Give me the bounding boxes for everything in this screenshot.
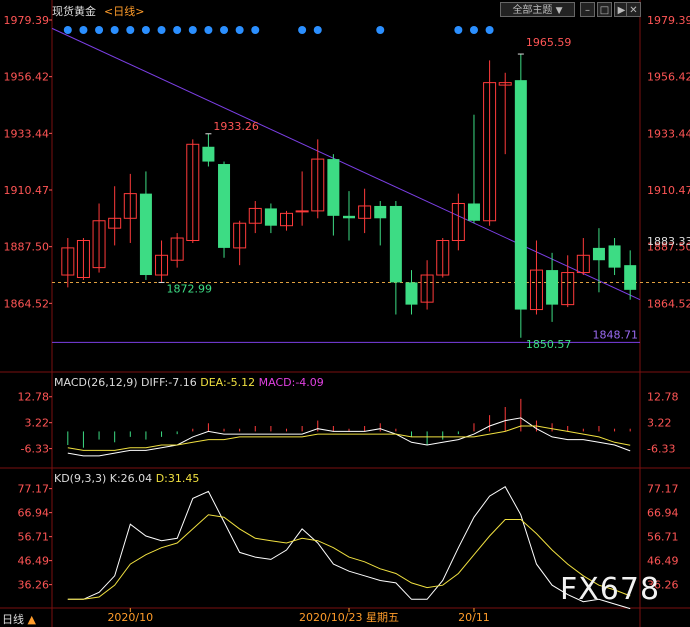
event-marker bbox=[79, 26, 88, 34]
price-right-tick: 1956.42 bbox=[647, 71, 690, 84]
macd-legend: MACD(26,12,9) DIFF:-7.16 DEA:-5.12 MACD:… bbox=[54, 376, 324, 389]
price-left-tick: 1979.39 bbox=[4, 14, 50, 27]
candle-body bbox=[264, 208, 277, 226]
event-marker bbox=[173, 26, 182, 34]
event-marker bbox=[220, 26, 229, 34]
candle-body bbox=[514, 80, 527, 310]
date-axis-label: 2020/10 bbox=[107, 611, 153, 624]
candle-body bbox=[374, 205, 387, 219]
macd-left-tick: 3.22 bbox=[25, 417, 50, 430]
event-marker bbox=[63, 26, 72, 34]
event-marker bbox=[95, 26, 104, 34]
candle-body bbox=[202, 146, 215, 162]
event-marker bbox=[469, 26, 478, 34]
kd-right-tick: 77.17 bbox=[647, 483, 679, 496]
period-label[interactable]: <日线> bbox=[104, 3, 144, 19]
minimize-icon[interactable]: – bbox=[580, 2, 595, 17]
kd-left-tick: 46.49 bbox=[18, 555, 50, 568]
event-marker bbox=[251, 26, 260, 34]
watermark-logo: FX678 bbox=[560, 572, 661, 607]
kd-legend-name: KD(9,3,3) bbox=[54, 472, 107, 485]
timeframe-tab[interactable]: 日线 ▲ bbox=[2, 611, 36, 627]
candle-body bbox=[405, 282, 418, 305]
kd-right-tick: 66.94 bbox=[647, 507, 679, 520]
macd-right-tick: 12.78 bbox=[647, 391, 679, 404]
event-marker bbox=[454, 26, 463, 34]
timeframe-tab-label: 日线 bbox=[2, 613, 24, 626]
candle-body bbox=[467, 203, 480, 221]
kd-k-line bbox=[67, 486, 631, 610]
support-annotation: 1848.71 bbox=[593, 328, 639, 341]
chart-canvas[interactable]: 1979.39 1979.39 1956.42 1956.42 1933.44 1933.… bbox=[0, 0, 690, 627]
candle-body bbox=[389, 205, 402, 283]
swing-high-annotation: 1933.26 bbox=[213, 120, 258, 133]
price-left-tick: 1887.50 bbox=[4, 241, 50, 254]
price-left-tick: 1933.44 bbox=[4, 127, 50, 140]
price-right-tick: 1933.44 bbox=[647, 127, 690, 140]
kd-right-tick: 56.71 bbox=[647, 531, 679, 544]
event-marker bbox=[188, 26, 197, 34]
current-price-label: 1883.33 bbox=[647, 235, 690, 248]
event-marker bbox=[235, 26, 244, 34]
low-annotation: 1850.57 bbox=[526, 338, 572, 351]
candle-body bbox=[592, 247, 605, 261]
candle-body bbox=[343, 215, 355, 219]
candle-body bbox=[546, 270, 559, 305]
candle-body bbox=[327, 159, 340, 216]
event-marker bbox=[126, 26, 135, 34]
macd-right-tick: 3.22 bbox=[647, 417, 672, 430]
kd-right-tick: 46.49 bbox=[647, 555, 679, 568]
macd-left-tick: -6.33 bbox=[21, 443, 49, 456]
candle-body bbox=[608, 245, 621, 268]
candle-body bbox=[139, 193, 152, 276]
macd-diff-line bbox=[67, 417, 631, 457]
kd-legend-k: K:26.04 bbox=[109, 472, 153, 485]
kd-left-tick: 66.94 bbox=[18, 507, 50, 520]
event-marker bbox=[141, 26, 150, 34]
macd-left-tick: 12.78 bbox=[18, 391, 50, 404]
date-axis-label: 20/11 bbox=[458, 611, 490, 624]
kd-left-tick: 56.71 bbox=[18, 531, 50, 544]
kd-left-tick: 77.17 bbox=[18, 483, 50, 496]
macd-legend-diff: DIFF:-7.16 bbox=[141, 376, 197, 389]
kd-d-line bbox=[67, 514, 631, 600]
macd-legend-name: MACD(26,12,9) bbox=[54, 376, 138, 389]
price-left-tick: 1910.47 bbox=[4, 184, 50, 197]
price-right-tick: 1979.39 bbox=[647, 14, 690, 27]
date-axis-label: 2020/10/23 星期五 bbox=[299, 611, 399, 624]
price-left-tick: 1956.42 bbox=[4, 71, 50, 84]
swing-low-annotation: 1872.99 bbox=[167, 282, 213, 295]
theme-dropdown[interactable]: 全部主题 ▼ bbox=[500, 2, 575, 17]
price-left-tick: 1864.52 bbox=[4, 297, 50, 310]
tab-arrow-icon: ▲ bbox=[27, 613, 36, 626]
restore-icon[interactable]: □ bbox=[597, 2, 612, 17]
instrument-title: 现货黄金 bbox=[52, 5, 96, 18]
event-marker bbox=[157, 26, 166, 34]
macd-legend-macd: MACD:-4.09 bbox=[258, 376, 324, 389]
event-marker bbox=[298, 26, 307, 34]
close-icon[interactable]: ✕ bbox=[626, 2, 641, 17]
kd-left-tick: 36.26 bbox=[18, 579, 50, 592]
event-marker bbox=[204, 26, 213, 34]
kd-legend: KD(9,3,3) K:26.04 D:31.45 bbox=[54, 472, 199, 485]
candle-body bbox=[218, 164, 231, 248]
event-marker bbox=[485, 26, 494, 34]
event-marker bbox=[110, 26, 119, 34]
event-marker bbox=[376, 26, 385, 34]
kd-legend-d: D:31.45 bbox=[155, 472, 200, 485]
price-right-tick: 1910.47 bbox=[647, 184, 690, 197]
theme-label: 全部主题 bbox=[512, 5, 553, 16]
candle-body bbox=[295, 210, 309, 213]
event-marker bbox=[313, 26, 322, 34]
dropdown-arrow-icon: ▼ bbox=[555, 6, 563, 16]
macd-legend-dea: DEA:-5.12 bbox=[200, 376, 256, 389]
price-right-tick: 1864.52 bbox=[647, 297, 690, 310]
candle-body bbox=[624, 265, 637, 290]
high-annotation: 1965.59 bbox=[526, 36, 572, 49]
macd-right-tick: -6.33 bbox=[647, 443, 675, 456]
